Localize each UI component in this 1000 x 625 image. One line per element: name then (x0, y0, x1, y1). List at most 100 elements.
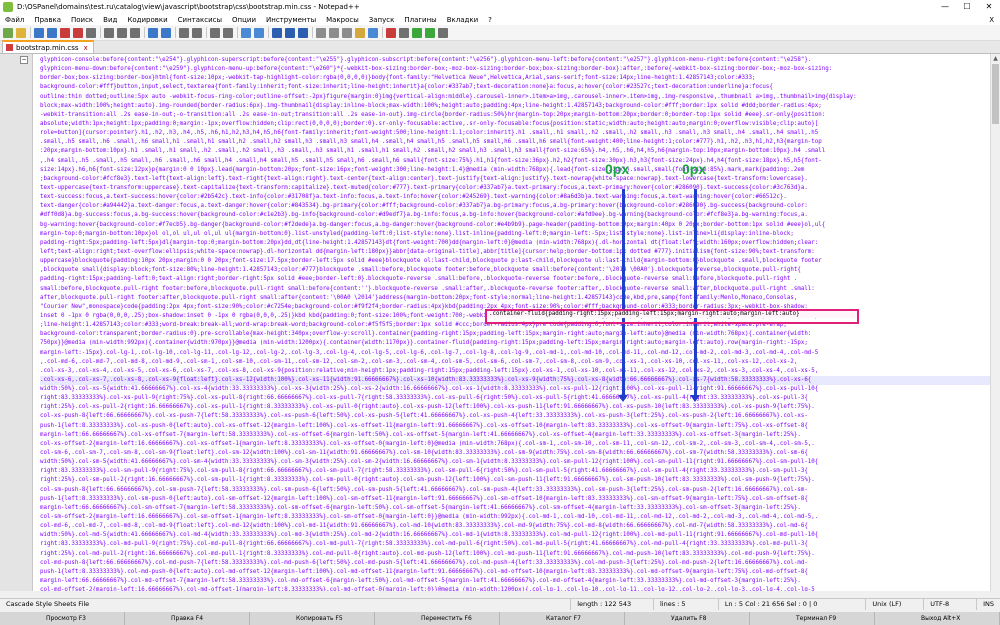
code-line: ,blockquote small{display:block;font-siz… (40, 267, 801, 274)
maximize-button[interactable]: ☐ (956, 0, 978, 14)
fkey-2[interactable]: Копировать F5 (250, 612, 375, 625)
menu-item-3[interactable]: Вид (98, 16, 122, 24)
close-window-button[interactable]: ✕ (978, 0, 1000, 14)
fkey-3[interactable]: Переместить F6 (375, 612, 500, 625)
open-file-icon[interactable] (16, 27, 26, 38)
code-line: col-sm-offset-2{margin-left:16.66666667%… (40, 514, 819, 521)
code-line: .small,.h5 small,.h6 .small,.h6 small,h1… (40, 139, 822, 146)
code-line: 750px}}@media (min-width:992px){.contain… (40, 340, 808, 347)
annotation-label-right: 0px (682, 161, 707, 177)
function-list-icon[interactable] (342, 27, 352, 38)
menu-item-10[interactable]: Плагины (399, 16, 441, 24)
menu-item-2[interactable]: Поиск (66, 16, 98, 24)
sync-v-icon[interactable] (241, 27, 251, 38)
code-line: right:25%}.col-xs-pull-2{right:16.666666… (40, 404, 815, 411)
menu-item-4[interactable]: Кодировки (122, 16, 172, 24)
scroll-up-icon[interactable]: ▲ (991, 54, 1000, 63)
copy-icon[interactable] (117, 27, 127, 38)
code-line: right:83.33333333%}.col-xs-pull-9{right:… (40, 395, 808, 402)
undo-icon[interactable] (148, 27, 158, 38)
toolbar-separator (237, 27, 238, 38)
notepadpp-icon (3, 2, 13, 12)
status-bar: Cascade Style Sheets File length : 122 5… (0, 598, 1000, 610)
scrollbar-thumb[interactable] (992, 64, 999, 124)
menu-item-11[interactable]: Вкладки (442, 16, 483, 24)
status-position: Ln : 5 Col : 21 656 Sel : 0 | 0 (719, 599, 867, 610)
fold-marker-icon[interactable]: − (20, 56, 28, 64)
toolbar-separator (30, 27, 31, 38)
new-file-icon[interactable] (3, 27, 13, 38)
play-macro-icon[interactable] (412, 27, 422, 38)
close-all-icon[interactable] (73, 27, 83, 38)
code-line: ,.col-md-6,.col-md-7,.col-md-8,.col-md-9… (40, 358, 798, 365)
vertical-scrollbar[interactable]: ▲ (990, 54, 1000, 591)
fkey-1[interactable]: Правка F4 (125, 612, 250, 625)
highlighted-container-fluid-rule: .container-fluid{padding-right:15px;padd… (487, 311, 857, 318)
minimize-button[interactable]: — (934, 0, 956, 14)
record-macro-icon[interactable] (386, 27, 396, 38)
code-line: glyphicon-console:before{content:"\e254"… (40, 57, 812, 63)
title-bar: D:\OSPanel\domains\test.ru\catalog\view\… (0, 0, 1000, 15)
close-icon[interactable] (60, 27, 70, 38)
menu-item-7[interactable]: Инструменты (261, 16, 321, 24)
code-line: outline:thin dotted;outline:5px auto -we… (40, 93, 857, 100)
redo-icon[interactable] (161, 27, 171, 38)
close-document-button[interactable]: X (989, 16, 1000, 24)
code-line: small:before,blockquote.pull-right foote… (40, 285, 815, 292)
code-line: bg-warning:hover{background-color:#f7ecb… (40, 221, 826, 228)
editor[interactable]: − glyphicon-console:before{content:"\e25… (0, 54, 1000, 591)
code-line: glyphicon-menu-down:before{content:"\e25… (40, 66, 833, 73)
monitor-icon[interactable] (368, 27, 378, 38)
code-line: push-1{left:8.33333333%}.col-xs-push-0{l… (40, 422, 808, 429)
toolbar-separator (382, 27, 383, 38)
indent-guide-icon[interactable] (298, 27, 308, 38)
status-encoding[interactable]: UTF-8 (924, 599, 978, 610)
code-line: push-1{left:8.33333333%}.col-md-push-0{l… (40, 568, 808, 575)
zoom-out-icon[interactable] (223, 27, 233, 38)
stop-record-icon[interactable] (399, 27, 409, 38)
fkey-7[interactable]: Выход Alt+X (875, 612, 1000, 625)
menu-item-9[interactable]: Запуск (364, 16, 400, 24)
code-line: right:25%}.col-md-pull-2{right:16.666666… (40, 550, 815, 557)
menu-item-0[interactable]: Файл (0, 16, 29, 24)
menu-item-5[interactable]: Синтаксисы (173, 16, 227, 24)
code-line: margin-left:66.66666667%}.col-xs-offset-… (40, 431, 801, 438)
code-line: after,blockquote.pull-right footer:after… (40, 294, 798, 301)
code-line: col-md-push-8{left:66.66666667%}.col-md-… (40, 559, 808, 566)
save-macro-icon[interactable] (438, 27, 448, 38)
tab-bar: bootstrap.min.css x (0, 40, 1000, 54)
menu-item-12[interactable]: ? (483, 16, 497, 24)
print-icon[interactable] (86, 27, 96, 38)
tab-bootstrap-min-css[interactable]: bootstrap.min.css x (2, 40, 94, 53)
status-eol[interactable]: Unix (LF) (866, 599, 925, 610)
function-key-bar: Просмотр F3 Правка F4 Копировать F5 Перемес… (0, 612, 1000, 625)
menu-item-1[interactable]: Правка (29, 16, 66, 24)
word-wrap-icon[interactable] (272, 27, 282, 38)
cut-icon[interactable] (104, 27, 114, 38)
menu-item-8[interactable]: Макросы (321, 16, 364, 24)
unsaved-file-icon (6, 44, 13, 51)
find-icon[interactable] (179, 27, 189, 38)
toolbar-separator (175, 27, 176, 38)
code-line: left;text-align:right;text-overflow:elli… (40, 248, 815, 255)
toolbar-separator (144, 27, 145, 38)
zoom-in-icon[interactable] (210, 27, 220, 38)
save-all-icon[interactable] (47, 27, 57, 38)
paste-icon[interactable] (130, 27, 140, 38)
udl-icon[interactable] (316, 27, 326, 38)
save-icon[interactable] (34, 27, 44, 38)
fkey-5[interactable]: Удалить F8 (625, 612, 750, 625)
fkey-6[interactable]: Терминал F9 (750, 612, 875, 625)
sync-h-icon[interactable] (254, 27, 264, 38)
replace-icon[interactable] (192, 27, 202, 38)
menu-item-6[interactable]: Опции (227, 16, 261, 24)
doc-map-icon[interactable] (329, 27, 339, 38)
tab-close-button[interactable]: x (84, 44, 88, 52)
run-macro-icon[interactable] (425, 27, 435, 38)
status-length: length : 122 543 (571, 599, 654, 610)
fkey-0[interactable]: Просмотр F3 (0, 612, 125, 625)
folder-workspace-icon[interactable] (355, 27, 365, 38)
all-chars-icon[interactable] (285, 27, 295, 38)
fkey-4[interactable]: Каталог F7 (500, 612, 625, 625)
code-line: .col-xs-6,.col-xs-7,.col-xs-8,.col-xs-9{… (40, 375, 994, 386)
